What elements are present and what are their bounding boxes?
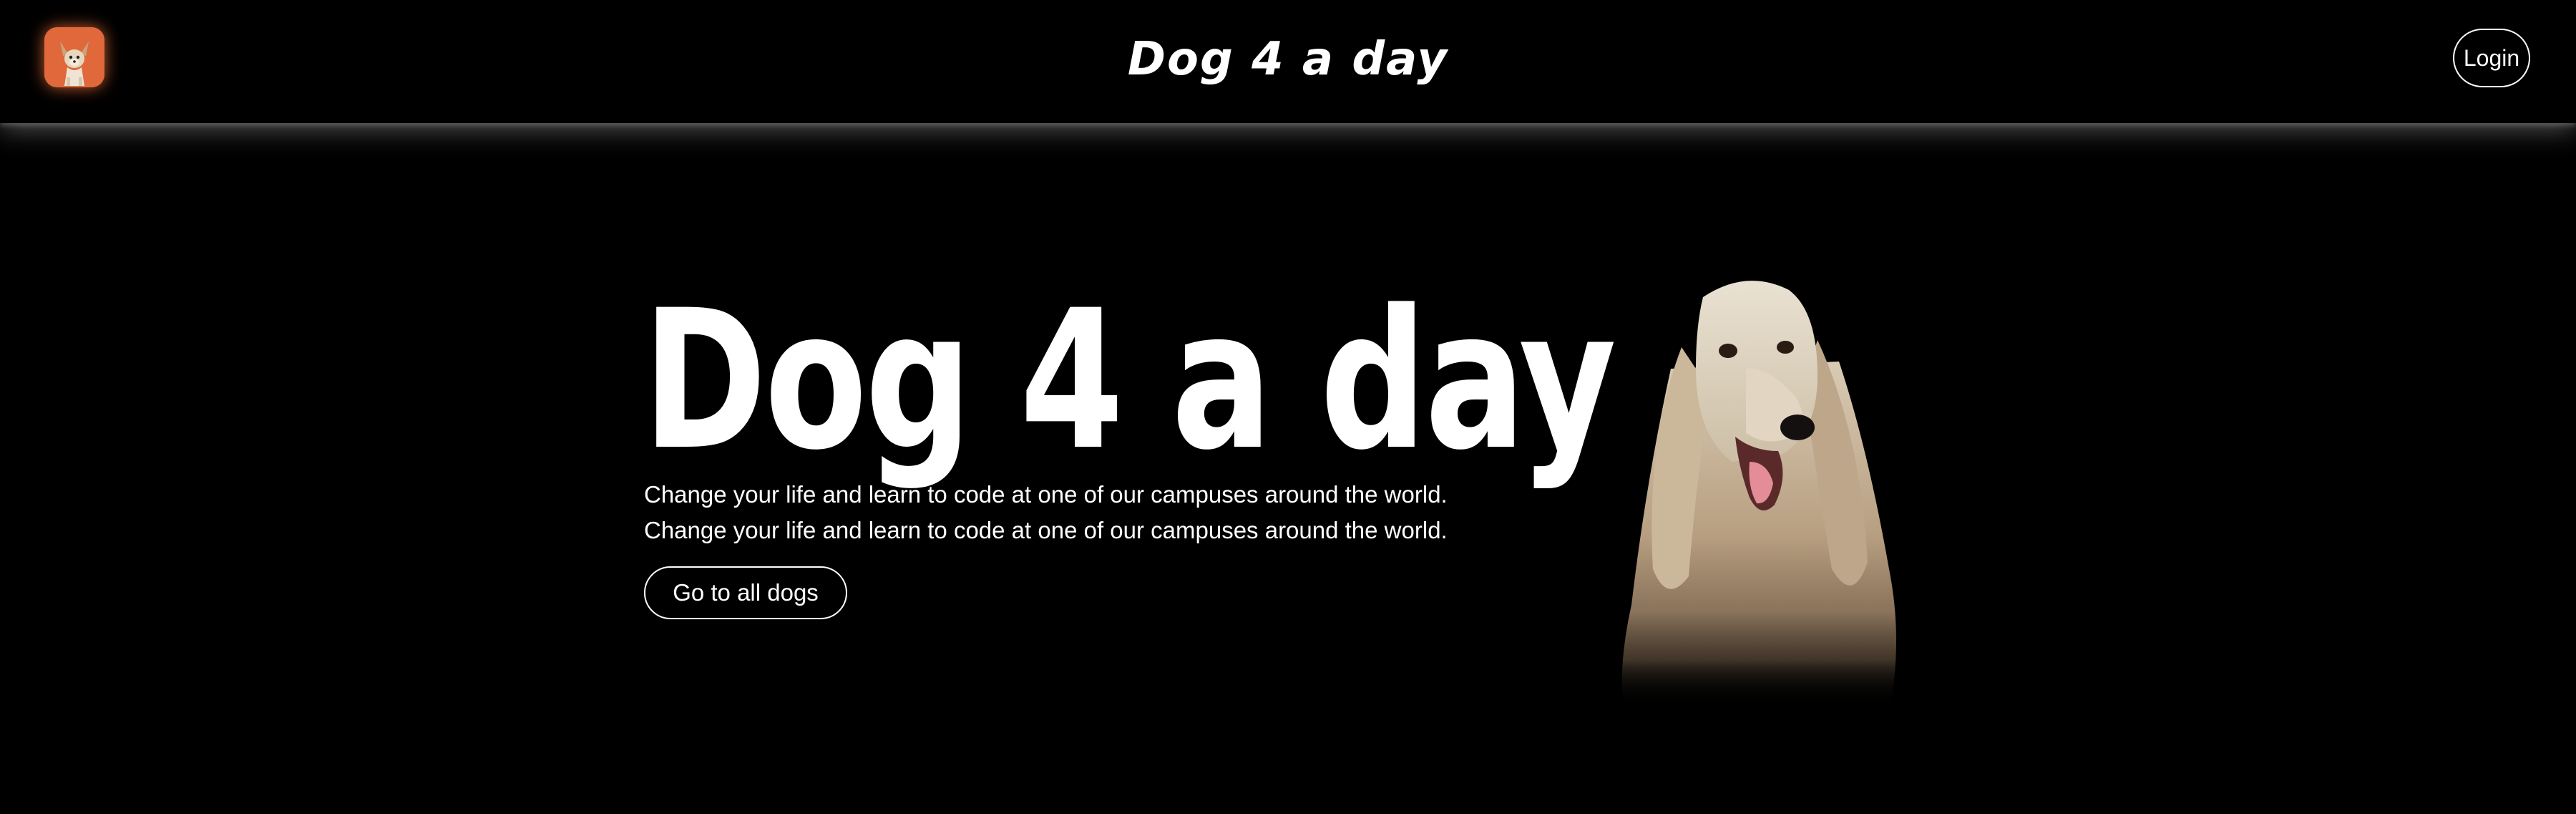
login-button[interactable]: Login xyxy=(2453,29,2530,87)
login-button-label: Login xyxy=(2463,44,2520,71)
afghan-hound-image xyxy=(1603,268,1932,727)
hero-description: Change your life and learn to code at on… xyxy=(644,481,1448,543)
top-navbar: Dog 4 a day Login xyxy=(0,0,2576,123)
go-to-all-dogs-button[interactable]: Go to all dogs xyxy=(644,566,847,619)
brand-text: Dog 4 a day xyxy=(1127,33,1449,86)
page: Dog 4 a day Login Dog 4 a day Change you… xyxy=(0,0,2576,814)
cta-button-label: Go to all dogs xyxy=(673,579,819,606)
brand-logo-text[interactable]: Dog 4 a day xyxy=(0,33,2576,86)
hero-title: Dog 4 a day xyxy=(643,269,1616,493)
